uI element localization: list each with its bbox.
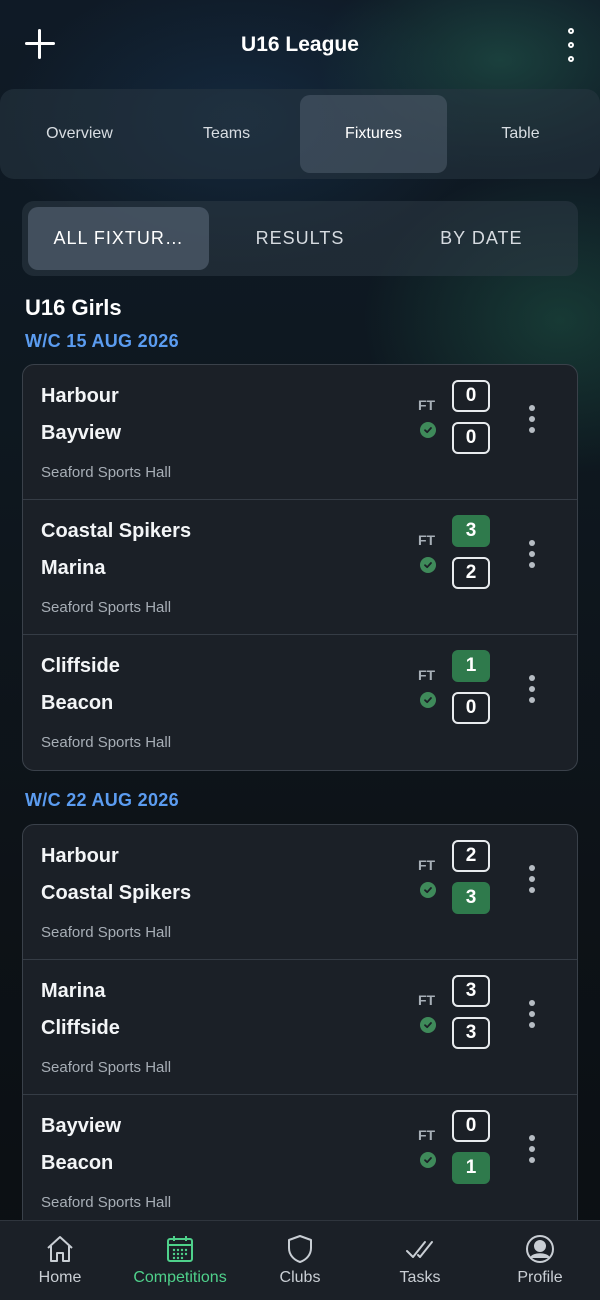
tab-bar: Overview Teams Fixtures Table (0, 89, 600, 179)
filter-all-fixtures[interactable]: ALL FIXTUR… (28, 207, 210, 270)
away-score: 3 (452, 882, 490, 914)
away-team: Coastal Spikers (41, 882, 192, 904)
away-team: Marina (41, 557, 106, 579)
check-circle-icon (420, 692, 436, 708)
fixture-options-icon[interactable] (526, 675, 538, 703)
home-score: 1 (452, 650, 490, 682)
match-status: FT (418, 532, 436, 548)
check-circle-icon (420, 1017, 436, 1033)
venue: Seaford Sports Hall (41, 464, 172, 481)
away-score: 2 (452, 557, 490, 589)
home-score: 3 (452, 975, 490, 1007)
check-circle-icon (420, 557, 436, 573)
filter-by-date[interactable]: BY DATE (391, 207, 572, 270)
nav-label: Clubs (279, 1269, 321, 1286)
fixture-options-icon[interactable] (526, 405, 538, 433)
nav-label: Competitions (133, 1269, 227, 1286)
fixture-row[interactable]: Coastal Spikers Marina Seaford Sports Ha… (23, 500, 577, 635)
home-score: 3 (452, 515, 490, 547)
away-team: Cliffside (41, 1017, 120, 1039)
away-score: 0 (452, 692, 490, 724)
venue: Seaford Sports Hall (41, 734, 172, 751)
away-score: 1 (452, 1152, 490, 1184)
home-icon (47, 1236, 73, 1262)
nav-label: Home (38, 1269, 82, 1286)
add-icon[interactable] (22, 26, 58, 62)
fixture-row[interactable]: Bayview Beacon Seaford Sports Hall FT 0 … (23, 1095, 577, 1230)
filter-results[interactable]: RESULTS (209, 207, 390, 270)
page-title: U16 League (241, 33, 359, 56)
tab-fixtures[interactable]: Fixtures (300, 95, 447, 173)
week-label: W/C 22 AUG 2026 (25, 790, 179, 810)
nav-home[interactable]: Home (0, 1221, 120, 1300)
nav-tasks[interactable]: Tasks (360, 1221, 480, 1300)
match-status: FT (418, 857, 436, 873)
tab-table[interactable]: Table (447, 95, 594, 173)
calendar-icon (167, 1236, 193, 1262)
fixture-options-icon[interactable] (526, 1000, 538, 1028)
nav-competitions[interactable]: Competitions (120, 1221, 240, 1300)
home-team: Marina (41, 980, 106, 1002)
check-circle-icon (420, 1152, 436, 1168)
fixture-filter: ALL FIXTUR… RESULTS BY DATE (22, 201, 578, 276)
fixture-options-icon[interactable] (526, 1135, 538, 1163)
venue: Seaford Sports Hall (41, 924, 172, 941)
home-team: Cliffside (41, 655, 120, 677)
nav-label: Profile (517, 1269, 563, 1286)
home-score: 0 (452, 1110, 490, 1142)
home-team: Bayview (41, 1115, 122, 1137)
venue: Seaford Sports Hall (41, 1194, 172, 1211)
home-score: 2 (452, 840, 490, 872)
tab-overview[interactable]: Overview (6, 95, 153, 173)
venue: Seaford Sports Hall (41, 599, 172, 616)
home-team: Harbour (41, 385, 119, 407)
home-team: Harbour (41, 845, 119, 867)
away-team: Beacon (41, 1152, 114, 1174)
match-status: FT (418, 667, 436, 683)
nav-clubs[interactable]: Clubs (240, 1221, 360, 1300)
away-team: Beacon (41, 692, 114, 714)
fixture-row[interactable]: Cliffside Beacon Seaford Sports Hall FT … (23, 635, 577, 770)
match-status: FT (418, 992, 436, 1008)
week-label: W/C 15 AUG 2026 (25, 331, 179, 351)
away-team: Bayview (41, 422, 122, 444)
fixture-row[interactable]: Harbour Coastal Spikers Seaford Sports H… (23, 825, 577, 960)
fixture-options-icon[interactable] (526, 865, 538, 893)
match-status: FT (418, 397, 436, 413)
nav-label: Tasks (399, 1269, 441, 1286)
fixture-card: Harbour Bayview Seaford Sports Hall FT 0… (22, 364, 578, 771)
match-status: FT (418, 1127, 436, 1143)
away-score: 3 (452, 1017, 490, 1049)
venue: Seaford Sports Hall (41, 1059, 172, 1076)
check-circle-icon (420, 422, 436, 438)
section-title: U16 Girls (25, 295, 122, 320)
top-app-bar: U16 League (0, 0, 600, 90)
bottom-navigation: Home Competitions Clubs Tasks Profile (0, 1220, 600, 1300)
shield-icon (288, 1235, 312, 1263)
more-options-icon[interactable] (564, 28, 578, 62)
fixture-card: Harbour Coastal Spikers Seaford Sports H… (22, 824, 578, 1244)
nav-profile[interactable]: Profile (480, 1221, 600, 1300)
check-circle-icon (420, 882, 436, 898)
fixture-row[interactable]: Harbour Bayview Seaford Sports Hall FT 0… (23, 365, 577, 500)
tab-teams[interactable]: Teams (153, 95, 300, 173)
away-score: 0 (452, 422, 490, 454)
home-team: Coastal Spikers (41, 520, 192, 542)
user-circle-icon (526, 1235, 554, 1263)
home-score: 0 (452, 380, 490, 412)
fixture-options-icon[interactable] (526, 540, 538, 568)
fixture-row[interactable]: Marina Cliffside Seaford Sports Hall FT … (23, 960, 577, 1095)
checks-icon (406, 1241, 433, 1258)
